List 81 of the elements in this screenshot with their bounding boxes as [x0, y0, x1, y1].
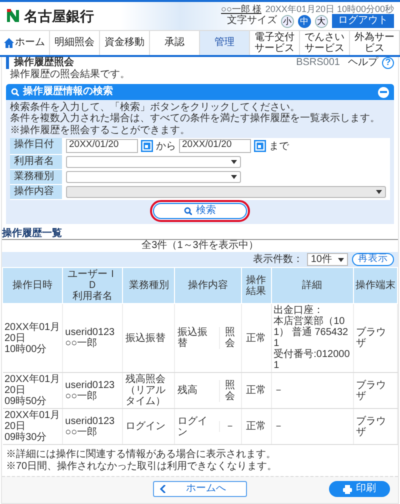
table-cell: ログイン — [122, 408, 175, 445]
screen-code: BSRS001 — [296, 57, 340, 69]
column-header: 操作端末 — [353, 268, 398, 304]
user-name[interactable]: ○○一郎 様 — [221, 4, 262, 14]
per-page-select[interactable]: 10件 — [306, 252, 348, 266]
font-size-button[interactable]: 小 — [281, 14, 294, 28]
nav-tab[interactable]: 管理 — [200, 30, 250, 55]
table-cell-text: 残高 — [176, 385, 198, 396]
table-cell: ブラウザ — [353, 408, 398, 445]
table-cell: － — [271, 372, 354, 409]
logo-icon — [6, 8, 20, 24]
per-page-label: 表示件数： — [252, 254, 303, 266]
select-field[interactable] — [66, 156, 241, 168]
section-title: 操作履歴一覧 — [2, 228, 398, 240]
home-button[interactable]: ホームへ — [153, 481, 247, 497]
column-header: 操作結果 — [241, 268, 272, 304]
font-size-button[interactable]: 中 — [298, 14, 311, 28]
search-icon — [11, 88, 19, 96]
table-cell: 正常 — [241, 372, 272, 409]
table-cell: 正常 — [241, 408, 272, 445]
result-summary: 全3件（1～3件を表示中） — [140, 240, 260, 252]
table-cell: userid0123 ○○一郎 — [62, 408, 123, 445]
table-cell: 照会 — [218, 327, 241, 350]
column-header: 操作日時 — [2, 268, 63, 304]
caret-icon — [231, 175, 237, 180]
caret-icon — [338, 258, 344, 262]
page-title: 操作履歴照会 — [6, 57, 74, 69]
field-label: 操作内容 — [10, 185, 62, 200]
collapse-icon[interactable] — [378, 86, 389, 98]
field-label: 業務種別 — [10, 170, 62, 184]
printer-icon — [343, 484, 352, 494]
table-cell: 20XX年01月20日 09時50分 — [2, 372, 63, 409]
login-datetime: 20XX年01月20日 10時00分00秒 — [265, 4, 394, 14]
help-link[interactable]: ヘルプ ? — [348, 56, 394, 69]
calendar-icon[interactable] — [141, 140, 153, 152]
calendar-icon[interactable] — [254, 140, 266, 152]
date-input[interactable]: 20XX/01/20 — [66, 139, 138, 154]
font-size-label: 文字サイズ — [227, 15, 277, 27]
section-title: 操作履歴情報の検索 — [23, 86, 113, 98]
table-cell: 20XX年01月20日 09時30分 — [2, 408, 63, 445]
intro-text: 操作履歴の照会結果です。 — [9, 68, 131, 82]
print-button[interactable]: 印刷 — [329, 481, 390, 497]
table-cell: 残高照会（リアルタイム） — [122, 372, 175, 409]
table-cell: 振込振替 — [122, 304, 175, 373]
range-end-text: まで — [269, 140, 289, 152]
range-separator: から — [156, 140, 176, 152]
instruction-text: 検索条件を入力して、「検索」ボタンをクリックしてください。 — [10, 102, 301, 113]
field-label: 利用者名 — [10, 155, 62, 170]
column-header: 業務種別 — [122, 268, 175, 304]
column-header: 操作内容 — [174, 268, 242, 304]
font-size-button[interactable]: 大 — [315, 14, 328, 28]
table-cell: 出金口座： 本店営業部（101） 普通 7654321 受付番号:0120001 — [271, 304, 354, 373]
refresh-button[interactable]: 再表示 — [352, 253, 394, 266]
table-cell: － — [218, 421, 241, 432]
note-text: ※70日間、操作されなかった取引は利用できなくなります。 — [6, 460, 278, 472]
table-cell: userid0123 ○○一郎 — [62, 304, 123, 373]
select-field[interactable] — [66, 171, 241, 184]
column-header: ユーザーＩＤ 利用者名 — [62, 268, 123, 304]
table-cell: 正常 — [241, 304, 272, 373]
table-cell: ブラウザ — [353, 304, 398, 373]
table-cell: － — [271, 408, 354, 445]
caret-icon — [376, 190, 382, 194]
table-cell-text: ログイン — [176, 416, 208, 438]
instruction-text: 条件を複数入力された場合は、すべての条件を満たす操作履歴を一覧表示します。 — [10, 113, 381, 125]
caret-icon — [231, 160, 237, 164]
note-text: ※詳細には操作に関連する情報がある場合に表示されます。 — [6, 449, 277, 460]
instruction-text: ※操作履歴を照会することができます。 — [10, 124, 191, 136]
bank-name: 名古屋銀行 — [24, 8, 94, 24]
table-cell: userid0123 ○○一郎 — [62, 372, 123, 409]
chevron-left-icon — [160, 485, 166, 494]
field-label: 操作日付 — [10, 138, 62, 154]
home-icon — [4, 38, 14, 48]
table-cell: 照会 — [218, 380, 241, 402]
date-input[interactable]: 20XX/01/20 — [179, 139, 251, 154]
column-header: 詳細 — [271, 268, 354, 304]
table-cell: 20XX年01月20日 10時00分 — [2, 304, 63, 373]
table-cell-text: 振込振替 — [176, 327, 208, 350]
search-button[interactable]: 検索 — [153, 203, 247, 219]
search-icon — [184, 207, 192, 216]
table-cell: ブラウザ — [353, 372, 398, 409]
logout-button[interactable]: ログアウト — [332, 14, 394, 28]
